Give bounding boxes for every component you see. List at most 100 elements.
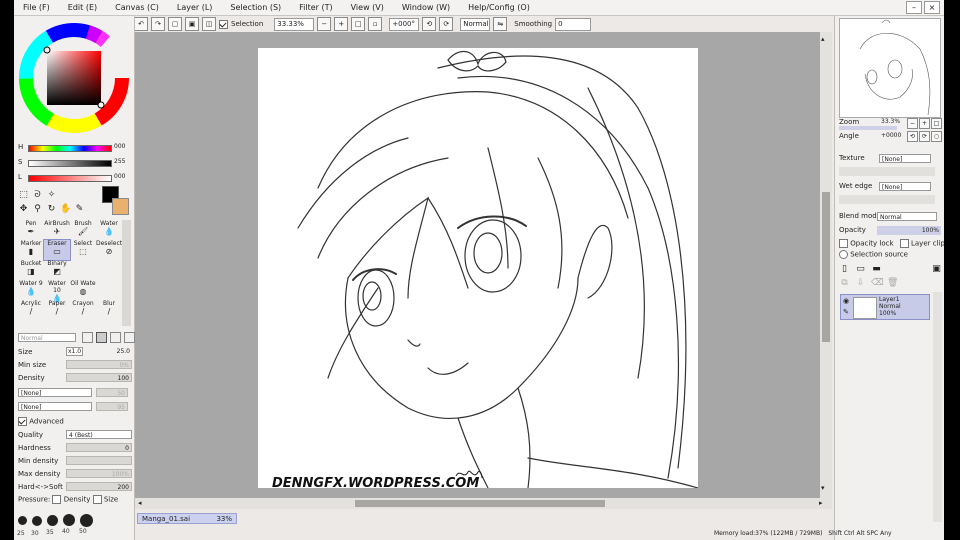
tool-binary[interactable]: Binary ◩ (44, 260, 70, 280)
brush-mode-select[interactable]: Normal (18, 333, 76, 342)
document-tab[interactable]: Manga_01.sai 33% (137, 513, 237, 524)
scroll-left-icon[interactable]: ◂ (138, 499, 142, 507)
selection-source-radio[interactable] (839, 250, 848, 259)
texture-select[interactable]: [None] (879, 154, 931, 163)
opacity-bar[interactable]: 100% (877, 226, 941, 235)
brush-preset[interactable]: 40 (62, 514, 75, 535)
new-linework-layer-icon[interactable]: ▭ (855, 264, 866, 275)
min-density-bar[interactable] (66, 456, 132, 465)
tool-deselect[interactable]: Deselect ⊘ (96, 240, 122, 260)
size-value[interactable]: 25.0 (117, 348, 130, 355)
hardness-bar[interactable]: 0 (66, 443, 132, 452)
tool-airbrush[interactable]: AirBrush ✈ (44, 220, 70, 240)
layer-menu-icon[interactable]: ▣ (931, 264, 942, 275)
density-bar[interactable]: 100 (66, 373, 132, 382)
vertical-scrollbar[interactable]: ▴ ▾ (820, 32, 832, 498)
brush-texture-select[interactable]: [None] (18, 402, 92, 411)
tool-water-9[interactable]: Water 9 💧 (18, 280, 44, 300)
menu-layer[interactable]: Layer (L) (168, 3, 222, 12)
nav-zoom-out-icon[interactable]: − (907, 118, 918, 129)
menu-window[interactable]: Window (W) (393, 3, 459, 12)
blend-mode-select[interactable]: Normal (877, 212, 937, 221)
move-icon[interactable]: ✥ (18, 204, 29, 215)
nav-zoom-reset-icon[interactable]: □ (931, 118, 942, 129)
brush-shape-value[interactable]: 50 (96, 388, 128, 397)
merge-layer-icon[interactable]: ⇩ (855, 278, 866, 289)
nav-zoom-in-icon[interactable]: + (919, 118, 930, 129)
tool-acrylic[interactable]: Acrylic / (18, 300, 44, 320)
advanced-checkbox[interactable] (18, 417, 27, 426)
magic-wand-icon[interactable]: ✧ (46, 190, 57, 201)
minimize-icon[interactable]: – (906, 1, 922, 14)
smoothing-field[interactable]: 0 (555, 17, 592, 31)
eyedropper-icon[interactable]: ✎ (74, 204, 85, 215)
nav-rotate-right-icon[interactable]: ⟳ (919, 131, 930, 142)
layer-item[interactable]: ◉ ✎ Layer1 Normal 100% (840, 294, 930, 320)
scroll-down-icon[interactable]: ▾ (821, 484, 825, 492)
redo-icon[interactable]: ↷ (151, 17, 165, 31)
menu-edit[interactable]: Edit (E) (59, 3, 106, 12)
undo-icon[interactable]: ↶ (134, 17, 148, 31)
tool-blur[interactable]: Blur / (96, 300, 122, 320)
tool-water[interactable]: Water 💧 (96, 220, 122, 240)
navigator-angle-value[interactable]: +0000 (881, 132, 901, 139)
rect-select-icon[interactable]: ⬚ (18, 190, 29, 201)
layer-list-scrollbar[interactable] (933, 292, 942, 522)
clear-layer-icon[interactable]: ⌫ (871, 278, 884, 289)
rotation-field[interactable]: +000° (389, 17, 420, 31)
edge-flat-icon[interactable] (124, 332, 135, 343)
horizontal-scroll-thumb[interactable] (355, 500, 605, 507)
tool-bucket[interactable]: Bucket ◨ (18, 260, 44, 280)
saturation-slider[interactable]: S 255 (18, 158, 132, 167)
visibility-eye-icon[interactable]: ◉ (843, 297, 849, 305)
min-size-bar[interactable]: 0% (66, 360, 132, 369)
new-folder-icon[interactable]: ▬ (871, 264, 882, 275)
brush-preset[interactable]: 35 (46, 515, 58, 536)
pressure-density-checkbox[interactable] (52, 495, 62, 504)
lasso-icon[interactable]: ᘐ (32, 190, 43, 201)
edge-hard-icon[interactable] (96, 332, 107, 343)
background-color-swatch[interactable] (112, 198, 129, 215)
rotate-left-icon[interactable]: ⟲ (422, 17, 437, 31)
navigator-zoom-value[interactable]: 33.3% (881, 118, 900, 125)
deselect-icon[interactable]: ▢ (168, 17, 182, 31)
navigator-preview[interactable] (839, 18, 941, 118)
brush-texture-value[interactable]: 95 (96, 402, 128, 411)
brush-shape-select[interactable]: [None] (18, 388, 92, 397)
tool-marker[interactable]: Marker ▮ (18, 240, 44, 260)
horizontal-scrollbar[interactable]: ◂ ▸ (135, 498, 832, 509)
scroll-up-icon[interactable]: ▴ (821, 35, 825, 43)
close-icon[interactable]: × (924, 1, 940, 14)
copy-layer-icon[interactable]: ⧉ (839, 278, 850, 289)
zoom-fit-icon[interactable]: ▫ (368, 17, 383, 31)
menu-filter[interactable]: Filter (T) (290, 3, 341, 12)
tool-eraser[interactable]: Eraser ▭ (43, 239, 71, 261)
hand-icon[interactable]: ✋ (60, 204, 71, 215)
zoom-icon[interactable]: ⚲ (32, 204, 43, 215)
menu-help[interactable]: Help/Config (O) (459, 3, 539, 12)
size-multiplier[interactable]: x1.0 (66, 347, 84, 356)
delete-layer-icon[interactable]: 🗑 (887, 278, 898, 289)
flip-icon[interactable]: ⇋ (493, 17, 508, 31)
pressure-size-checkbox[interactable] (92, 495, 102, 504)
blend-field[interactable]: Normal (460, 17, 491, 31)
nav-rotate-reset-icon[interactable]: ○ (931, 131, 942, 142)
zoom-in-icon[interactable]: + (334, 17, 349, 31)
opacity-lock-checkbox[interactable] (839, 239, 848, 248)
color-wheel[interactable] (18, 22, 130, 134)
zoom-out-icon[interactable]: − (317, 17, 332, 31)
vertical-scroll-thumb[interactable] (822, 192, 830, 342)
rotate-icon[interactable]: ↻ (46, 204, 57, 215)
hard-soft-bar[interactable]: 200 (66, 482, 132, 491)
tool-brush[interactable]: Brush 🖌 (70, 220, 96, 240)
scroll-right-icon[interactable]: ▸ (819, 499, 823, 507)
menu-canvas[interactable]: Canvas (C) (106, 3, 168, 12)
max-density-bar[interactable]: 100% (66, 469, 132, 478)
tool-water-10[interactable]: Water 10 💧 (44, 280, 70, 303)
rotate-right-icon[interactable]: ⟳ (439, 17, 454, 31)
brush-preset[interactable]: 50 (79, 514, 93, 535)
hue-slider[interactable]: H 000 (18, 143, 132, 152)
tool-palette-scrollbar[interactable] (122, 220, 131, 326)
new-layer-icon[interactable]: ▯ (839, 264, 850, 275)
tool-select[interactable]: Select ⬚ (70, 240, 96, 260)
